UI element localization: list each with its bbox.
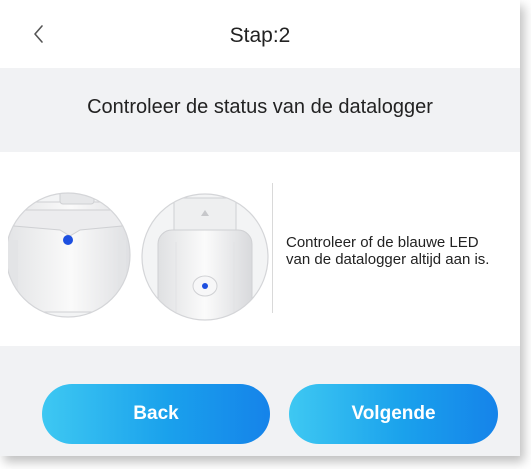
datalogger-front-view (8, 193, 130, 317)
datalogger-side-view (142, 194, 268, 320)
instruction-line-1: Controleer of de blauwe LED (286, 234, 479, 251)
blue-led-front (63, 235, 73, 245)
content-divider (272, 183, 273, 313)
step-content: Controleer of de blauwe LED van de datal… (0, 152, 520, 346)
instruction-text: Controleer of de blauwe LED van de datal… (286, 234, 516, 268)
step-heading: Controleer de status van de datalogger (87, 96, 433, 118)
page-title: Stap:2 (229, 24, 291, 47)
next-button[interactable]: Volgende (289, 384, 498, 444)
instruction-line-2: van de datalogger altijd aan is. (286, 251, 490, 268)
datalogger-illustration (8, 192, 269, 321)
app-screen: Stap:2 Controleer de status van de datal… (0, 0, 520, 456)
blue-led-side (202, 283, 208, 289)
header-bar: Stap:2 (0, 0, 520, 68)
back-button[interactable]: Back (42, 384, 270, 444)
